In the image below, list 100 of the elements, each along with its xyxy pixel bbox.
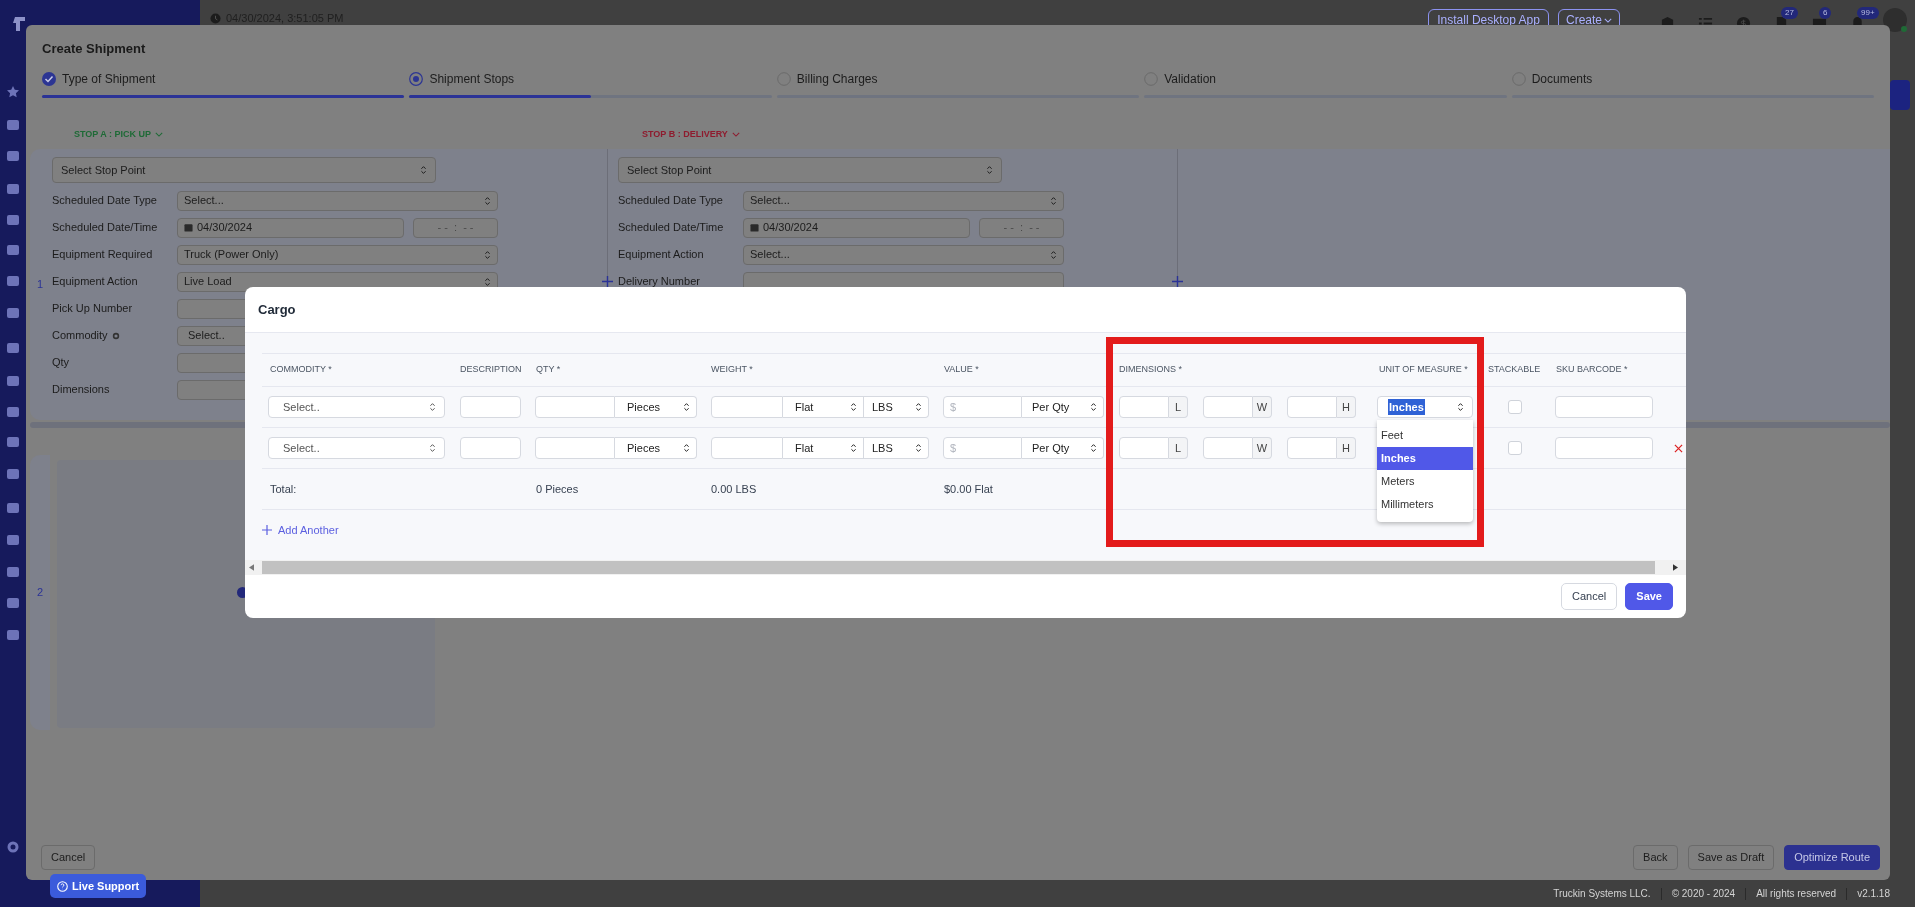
square-icon[interactable] [6, 118, 20, 132]
chevron-icon [915, 402, 922, 412]
menu-item[interactable]: Inches [1377, 447, 1473, 470]
date-field[interactable]: 04/30/2024 [177, 217, 404, 238]
select-field[interactable]: Select.. [268, 437, 445, 459]
select-field[interactable]: Pieces [615, 437, 697, 459]
square-icon[interactable] [6, 374, 20, 388]
select-field[interactable]: Inches [1377, 396, 1473, 418]
select-field[interactable]: Select.. [268, 396, 445, 418]
live-support-button[interactable]: Live Support [50, 874, 147, 898]
help-icon [57, 880, 68, 892]
column-header: STACKABLE [1488, 363, 1541, 377]
step-label[interactable]: Documents [1531, 70, 1593, 88]
chevron-icon [484, 249, 491, 260]
step-label[interactable]: Shipment Stops [429, 70, 515, 88]
square-icon[interactable] [6, 149, 20, 163]
square-icon[interactable] [6, 628, 20, 642]
arrow-right-icon[interactable] [1673, 564, 1678, 571]
select-field[interactable]: Flat [783, 396, 864, 418]
square-icon[interactable] [6, 596, 20, 610]
step-label[interactable]: Billing Charges [796, 70, 878, 88]
plus-icon[interactable] [1172, 276, 1183, 287]
select-field[interactable]: Select... [743, 190, 1064, 211]
total-value: 0.00 LBS [711, 481, 757, 497]
field-label: Equipment Action [618, 247, 704, 263]
checkbox[interactable] [1508, 441, 1522, 455]
select-field[interactable]: LBS [864, 437, 929, 459]
plus-icon[interactable] [602, 276, 613, 287]
menu-item[interactable]: Meters [1377, 470, 1473, 493]
chevron-icon [986, 165, 993, 175]
square-icon[interactable] [6, 405, 20, 419]
footer-button[interactable]: Optimize Route [1784, 845, 1880, 870]
scrollbar-thumb[interactable] [262, 561, 1655, 574]
column-header: COMMODITY * [270, 363, 332, 377]
field-label: Scheduled Date Type [52, 193, 157, 209]
square-icon[interactable] [6, 274, 20, 288]
chevron-icon [850, 402, 857, 412]
save-button[interactable]: Save [1625, 583, 1673, 610]
select-field[interactable]: Select... [743, 244, 1064, 265]
row-number: 1 [35, 277, 45, 293]
square-icon[interactable] [6, 565, 20, 579]
field-label: Qty [52, 355, 70, 371]
gear-icon[interactable] [111, 331, 120, 340]
column-header: DESCRIPTION [460, 363, 522, 377]
menu-item[interactable]: Millimeters [1377, 493, 1473, 516]
column-header: UNIT OF MEASURE * [1379, 363, 1468, 377]
select-field[interactable]: Flat [783, 437, 864, 459]
input-suffix: L [1169, 437, 1188, 459]
cancel-button[interactable]: Cancel [41, 845, 96, 870]
caret-icon [731, 132, 740, 138]
field-label: Scheduled Date/Time [618, 220, 724, 236]
select-field[interactable]: Truck (Power Only) [177, 244, 498, 265]
add-another-link[interactable]: Add Another [262, 521, 339, 539]
chevron-icon [1090, 402, 1097, 412]
star-icon[interactable] [6, 85, 20, 99]
date-field[interactable]: 04/30/2024 [743, 217, 970, 238]
total-value: $0.00 Flat [944, 481, 993, 497]
select-field[interactable]: Pieces [615, 396, 697, 418]
input-suffix: H [1337, 437, 1356, 459]
footer-button[interactable]: Back [1633, 845, 1678, 870]
square-icon[interactable] [6, 341, 20, 355]
footer-button[interactable]: Save as Draft [1687, 845, 1775, 870]
close-icon[interactable] [1674, 443, 1683, 453]
checkbox[interactable] [1508, 400, 1522, 414]
footer-text: v2.1.18 [1857, 887, 1890, 901]
select-field[interactable]: Select Stop Point [52, 157, 436, 183]
field-label: Equipment Action [52, 274, 138, 290]
arrow-left-icon[interactable] [249, 564, 254, 571]
cancel-button[interactable]: Cancel [1561, 583, 1618, 610]
chevron-icon [429, 443, 436, 453]
square-icon[interactable] [6, 213, 20, 227]
square-icon[interactable] [6, 243, 20, 257]
input-suffix: H [1337, 396, 1356, 418]
field-label: Scheduled Date/Time [52, 220, 158, 236]
step-label[interactable]: Type of Shipment [62, 70, 156, 88]
total-value: 0 Pieces [536, 481, 579, 497]
square-icon[interactable] [6, 306, 20, 320]
step-label[interactable]: Validation [1164, 70, 1217, 88]
square-icon[interactable] [6, 467, 20, 481]
square-icon[interactable] [6, 182, 20, 196]
square-icon[interactable] [6, 435, 20, 449]
scrollbar[interactable] [245, 560, 1686, 575]
chevron-icon [1050, 195, 1057, 206]
select-field[interactable]: Per Qty [1022, 437, 1104, 459]
input-suffix: L [1169, 396, 1188, 418]
gear-icon[interactable] [6, 840, 20, 854]
select-field[interactable]: Per Qty [1022, 396, 1104, 418]
dialog-title: Cargo [258, 300, 296, 319]
footer-text: All rights reserved [1756, 887, 1837, 901]
avatar[interactable] [1883, 8, 1907, 32]
column-header: VALUE * [944, 363, 979, 377]
select-field[interactable]: LBS [864, 396, 929, 418]
field-label: Dimensions [52, 382, 110, 398]
select-field[interactable]: Select... [177, 190, 498, 211]
count-badge: 27 [1781, 6, 1798, 19]
select-field[interactable]: Select Stop Point [618, 157, 1002, 183]
footer-text: © 2020 - 2024 [1671, 887, 1736, 901]
square-icon[interactable] [6, 501, 20, 515]
square-icon[interactable] [6, 533, 20, 547]
menu-item[interactable]: Feet [1377, 424, 1473, 447]
